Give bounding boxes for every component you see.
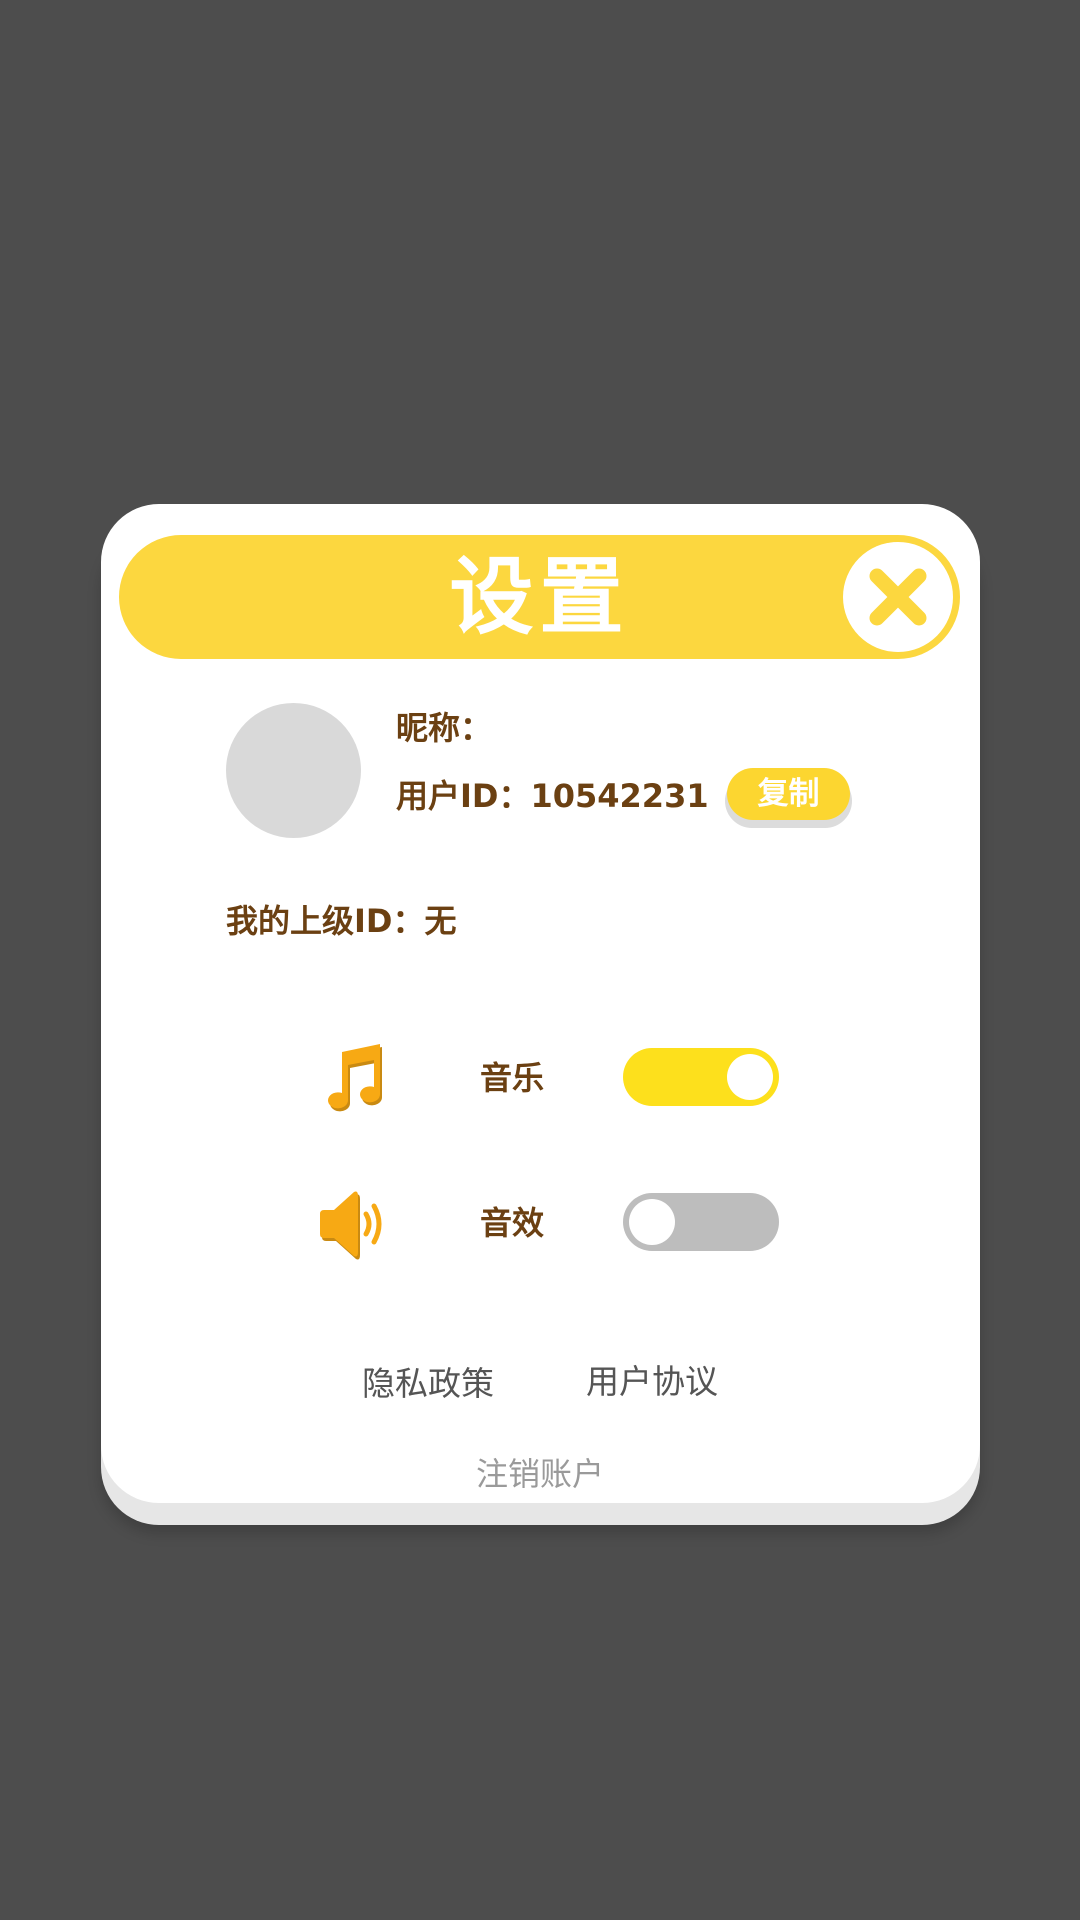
close-x-icon bbox=[869, 568, 927, 626]
user-id-text: 用户ID：10542231 bbox=[396, 777, 709, 815]
close-button[interactable] bbox=[843, 542, 953, 652]
user-agreement-link[interactable]: 用户协议 bbox=[586, 1360, 718, 1404]
dialog-title: 设置 bbox=[449, 548, 630, 646]
deregister-account-link[interactable]: 注销账户 bbox=[0, 1452, 1080, 1496]
music-toggle-knob bbox=[727, 1054, 773, 1100]
dialog-header: 设置 bbox=[119, 535, 960, 659]
sound-toggle[interactable] bbox=[623, 1193, 779, 1251]
privacy-policy-link[interactable]: 隐私政策 bbox=[362, 1362, 494, 1406]
speaker-icon bbox=[314, 1184, 394, 1264]
sound-label: 音效 bbox=[480, 1204, 545, 1242]
copy-button[interactable]: 复制 bbox=[727, 768, 850, 820]
music-toggle[interactable] bbox=[623, 1048, 779, 1106]
music-note-icon bbox=[314, 1038, 394, 1118]
parent-id-text: 我的上级ID：无 bbox=[226, 902, 457, 940]
avatar bbox=[226, 703, 361, 838]
music-label: 音乐 bbox=[480, 1059, 545, 1097]
nickname-label: 昵称： bbox=[396, 709, 493, 747]
sound-toggle-knob bbox=[629, 1199, 675, 1245]
